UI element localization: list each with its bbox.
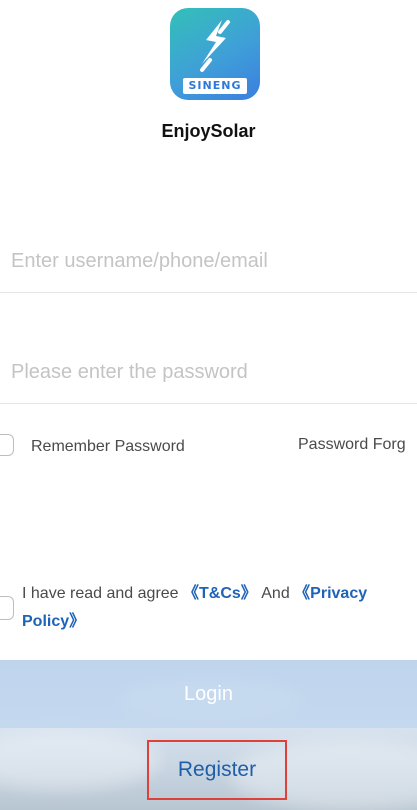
agreement-checkbox[interactable] bbox=[0, 596, 14, 620]
login-screen: SINENG EnjoySolar Remember Password Pass… bbox=[0, 0, 417, 810]
login-button[interactable]: Login bbox=[0, 660, 417, 728]
agreement-prefix: I have read and agree bbox=[22, 585, 184, 602]
username-input[interactable] bbox=[11, 246, 401, 276]
app-name: EnjoySolar bbox=[161, 121, 256, 141]
agreement-text: I have read and agree 《T&Cs》 And 《Privac… bbox=[22, 580, 412, 636]
password-field bbox=[0, 341, 417, 404]
logo-brand-text: SINENG bbox=[183, 78, 247, 94]
remember-password-checkbox[interactable] bbox=[0, 434, 14, 456]
register-button[interactable]: Register bbox=[147, 740, 287, 800]
password-input[interactable] bbox=[11, 357, 401, 387]
app-logo-icon: SINENG bbox=[170, 8, 260, 100]
logo-mark-icon bbox=[200, 20, 230, 72]
username-field bbox=[0, 230, 417, 293]
forgot-password-link[interactable]: Password Forg bbox=[298, 436, 417, 454]
tcs-link[interactable]: 《T&Cs》 bbox=[183, 585, 257, 602]
agreement-middle: And bbox=[256, 585, 295, 602]
remember-password-label[interactable]: Remember Password bbox=[31, 438, 185, 456]
